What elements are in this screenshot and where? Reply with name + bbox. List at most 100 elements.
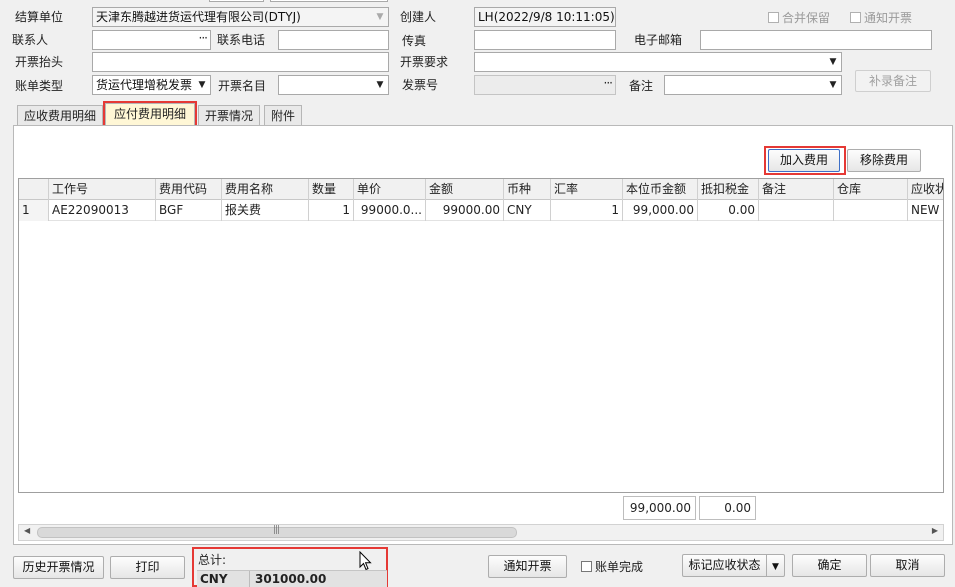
invoice-title-label: 开票抬头 [15,55,64,69]
bill-type-value: 货运代理增税发票 [96,78,193,92]
chevron-down-icon: ▼ [376,80,384,90]
col-header-amount[interactable]: 金额 [426,179,504,200]
total-label: 总计: [198,553,227,567]
clipped-field-top-2 [270,0,388,2]
merge-keep-checkbox[interactable]: 合并保留 [768,10,830,26]
cell-base-amount[interactable]: 99,000.00 [623,200,698,221]
history-invoice-button[interactable]: 历史开票情况 [13,556,104,579]
ellipsis-icon[interactable]: ··· [199,31,209,49]
notify-invoice-checkbox[interactable]: 通知开票 [850,10,912,26]
contact-field[interactable]: ··· [92,30,211,50]
invoice-req-select[interactable]: ▼ [474,52,842,72]
contact-phone-field[interactable] [278,30,389,50]
tab-receivable-detail[interactable]: 应收费用明细 [17,105,103,126]
fee-grid[interactable]: 工作号 费用代码 费用名称 数量 单价 金额 币种 汇率 本位币金额 抵扣税金 … [18,178,944,493]
invoice-no-label: 发票号 [402,78,439,92]
col-header-job-no[interactable]: 工作号 [49,179,156,200]
cell-remark[interactable] [759,200,834,221]
cell-unit-price[interactable]: 99000.0... [354,200,426,221]
fax-field[interactable] [474,30,616,50]
mark-status-dropdown[interactable]: ▼ [766,554,785,577]
chevron-down-icon: ▼ [829,57,837,67]
mouse-cursor-icon [359,551,372,571]
total-currency: CNY [200,572,228,586]
chevron-down-icon: ▼ [376,12,384,22]
checkbox-icon [768,12,779,23]
invoice-item-select[interactable]: ▼ [278,75,389,95]
cell-fee-name[interactable]: 报关费 [222,200,309,221]
remark-label: 备注 [629,79,654,93]
creator-label: 创建人 [400,10,437,24]
remove-fee-button[interactable]: 移除费用 [847,149,921,172]
cell-quantity[interactable]: 1 [309,200,354,221]
grid-header: 工作号 费用代码 费用名称 数量 单价 金额 币种 汇率 本位币金额 抵扣税金 … [19,179,943,200]
cell-warehouse[interactable] [834,200,908,221]
remark-select[interactable]: ▼ [664,75,842,95]
cell-currency[interactable]: CNY [504,200,551,221]
total-divider [249,571,250,587]
fax-label: 传真 [402,34,427,48]
col-header-quantity[interactable]: 数量 [309,179,354,200]
add-remark-button[interactable]: 补录备注 [855,70,931,92]
col-header-fee-code[interactable]: 费用代码 [156,179,222,200]
grip-icon: ||| [273,525,280,535]
cell-receivable-status[interactable]: NEW [908,200,943,221]
cell-job-no[interactable]: AE22090013 [49,200,156,221]
scroll-left-icon[interactable]: ◀ [24,526,30,535]
horizontal-scrollbar[interactable]: ◀ ||| ▶ [18,524,944,541]
notify-invoice-button[interactable]: 通知开票 [488,555,567,578]
clipped-field-top-1 [209,0,264,2]
confirm-button[interactable]: 确定 [792,554,867,577]
add-fee-button[interactable]: 加入费用 [768,149,840,172]
creator-field: LH(2022/9/8 10:11:05) [474,7,616,27]
footer-base-amount-total: 99,000.00 [623,496,696,520]
cell-fee-code[interactable]: BGF [156,200,222,221]
bill-done-label: 账单完成 [595,560,644,574]
col-header-receivable-status[interactable]: 应收状 [908,179,943,200]
merge-keep-label: 合并保留 [782,11,831,25]
cell-rate[interactable]: 1 [551,200,623,221]
contact-label: 联系人 [12,33,49,47]
email-field[interactable] [700,30,932,50]
footer-deduct-tax-total: 0.00 [699,496,756,520]
invoice-title-field[interactable] [92,52,389,72]
tab-attachments[interactable]: 附件 [264,105,302,126]
col-header-index [19,179,49,200]
chevron-down-icon: ▼ [829,80,837,90]
checkbox-icon [581,561,592,572]
col-header-currency[interactable]: 币种 [504,179,551,200]
tab-invoice-status[interactable]: 开票情况 [198,105,260,126]
col-header-fee-name[interactable]: 费用名称 [222,179,309,200]
ellipsis-icon[interactable]: ··· [604,76,614,94]
cell-deduct-tax[interactable]: 0.00 [698,200,759,221]
total-row: CNY 301000.00 [197,570,387,587]
contact-phone-label: 联系电话 [217,33,266,47]
col-header-rate[interactable]: 汇率 [551,179,623,200]
bill-done-checkbox[interactable]: 账单完成 [581,559,643,575]
invoice-req-label: 开票要求 [400,55,449,69]
col-header-remark[interactable]: 备注 [759,179,834,200]
cancel-button[interactable]: 取消 [870,554,945,577]
tab-payable-detail[interactable]: 应付费用明细 [105,103,195,126]
chevron-down-icon: ▼ [772,562,779,572]
mark-status-button[interactable]: 标记应收状态 [682,554,767,577]
bill-type-select[interactable]: 货运代理增税发票 ▼ [92,75,211,95]
table-row[interactable]: 1 AE22090013 BGF 报关费 1 99000.0... 99000.… [19,200,943,221]
cell-amount[interactable]: 99000.00 [426,200,504,221]
total-amount: 301000.00 [255,572,327,586]
col-header-base-amount[interactable]: 本位币金额 [623,179,698,200]
cell-index: 1 [19,200,49,221]
col-header-unit-price[interactable]: 单价 [354,179,426,200]
col-header-deduct-tax[interactable]: 抵扣税金 [698,179,759,200]
scrollbar-thumb[interactable]: ||| [37,525,517,538]
settle-unit-select[interactable]: 天津东腾越进货运代理有限公司(DTYJ) ▼ [92,7,389,27]
invoice-no-field[interactable]: ··· [474,75,616,95]
print-button[interactable]: 打印 [110,556,185,579]
email-label: 电子邮箱 [634,33,683,47]
col-header-warehouse[interactable]: 仓库 [834,179,908,200]
bill-type-label: 账单类型 [15,79,64,93]
scroll-right-icon[interactable]: ▶ [932,526,938,535]
notify-invoice-check-label: 通知开票 [864,11,913,25]
chevron-down-icon: ▼ [198,80,206,90]
settle-unit-value: 天津东腾越进货运代理有限公司(DTYJ) [96,10,301,24]
